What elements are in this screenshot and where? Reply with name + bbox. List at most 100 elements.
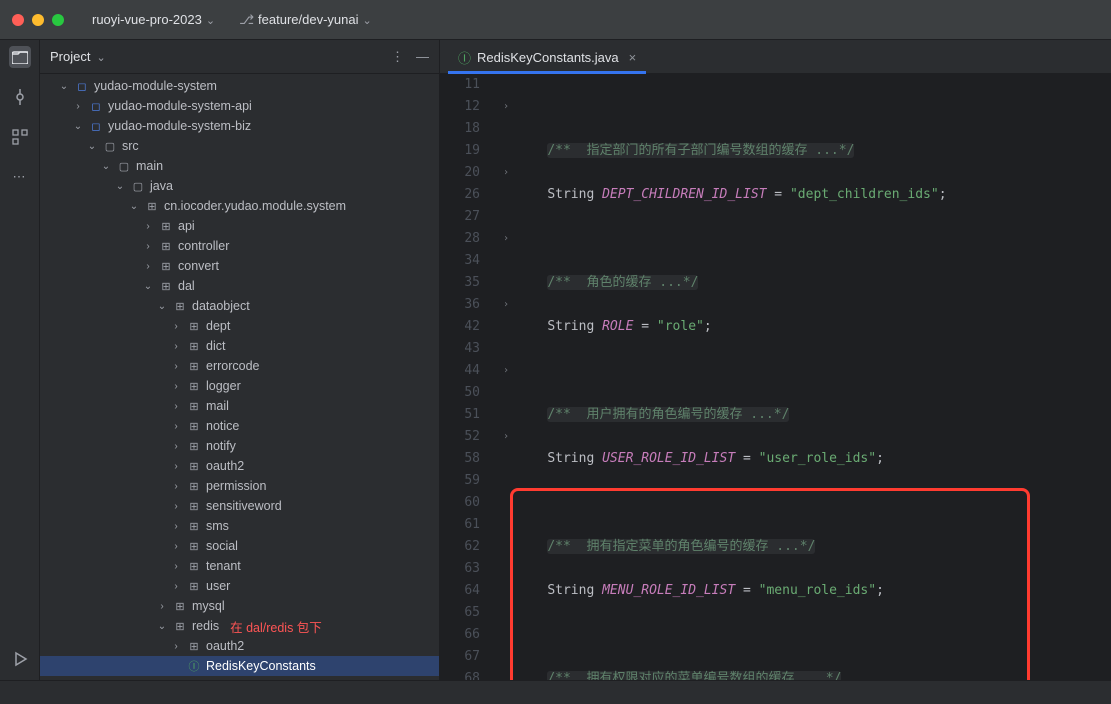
tree-twisty-icon[interactable]: [72, 101, 84, 112]
tree-node[interactable]: ⊞api: [40, 216, 439, 236]
fold-marker[interactable]: ›: [496, 228, 516, 250]
close-tab-icon[interactable]: ×: [629, 50, 637, 65]
fold-marker[interactable]: ›: [496, 426, 516, 448]
fold-marker[interactable]: ›: [496, 360, 516, 382]
annotation-text: 在 dal/redis 包下: [230, 617, 322, 636]
line-number: 35: [440, 272, 480, 294]
tree-node[interactable]: ⊞controller: [40, 236, 439, 256]
tree-node-label: controller: [178, 239, 229, 253]
package-icon: ⊞: [173, 600, 187, 613]
project-tool-icon[interactable]: [9, 46, 31, 68]
tree-node[interactable]: ⊞redis在 dal/redis 包下: [40, 616, 439, 636]
tree-twisty-icon[interactable]: [170, 341, 182, 352]
fold-marker[interactable]: ›: [496, 96, 516, 118]
tree-node[interactable]: ▢src: [40, 136, 439, 156]
minimize-window-icon[interactable]: [32, 14, 44, 26]
tree-node[interactable]: ⊞oauth2: [40, 636, 439, 656]
tree-node[interactable]: ⊞notice: [40, 416, 439, 436]
tree-node[interactable]: ◻yudao-module-system: [40, 76, 439, 96]
tree-twisty-icon[interactable]: [170, 501, 182, 512]
tree-node[interactable]: ⊞social: [40, 536, 439, 556]
tree-twisty-icon[interactable]: [170, 561, 182, 572]
project-panel-title[interactable]: Project: [50, 49, 90, 64]
tree-node[interactable]: ⒾRedisKeyConstants: [40, 656, 439, 676]
code-lines[interactable]: /** 指定部门的所有子部门编号数组的缓存 ...*/ String DEPT_…: [516, 74, 1097, 680]
tree-twisty-icon[interactable]: [114, 181, 126, 192]
tree-twisty-icon[interactable]: [170, 481, 182, 492]
tree-node-label: mail: [206, 399, 229, 413]
tree-node[interactable]: ⊞permission: [40, 476, 439, 496]
hide-panel-icon[interactable]: —: [416, 49, 429, 65]
run-tool-icon[interactable]: [9, 648, 31, 670]
tree-twisty-icon[interactable]: [72, 121, 84, 132]
code-editor[interactable]: 1112181920262728343536424344505152585960…: [440, 74, 1111, 680]
tree-node[interactable]: ⊞user: [40, 576, 439, 596]
tree-twisty-icon[interactable]: [156, 621, 168, 632]
tree-twisty-icon[interactable]: [170, 381, 182, 392]
tree-twisty-icon[interactable]: [156, 601, 168, 612]
tree-twisty-icon[interactable]: [170, 541, 182, 552]
tree-twisty-icon[interactable]: [156, 301, 168, 312]
tree-node[interactable]: ◻yudao-module-system-api: [40, 96, 439, 116]
tree-twisty-icon[interactable]: [170, 401, 182, 412]
project-tree[interactable]: ◻yudao-module-system◻yudao-module-system…: [40, 74, 439, 680]
tree-node[interactable]: ▢main: [40, 156, 439, 176]
tree-twisty-icon[interactable]: [100, 161, 112, 172]
line-number: 66: [440, 624, 480, 646]
tree-node[interactable]: ⊞oauth2: [40, 456, 439, 476]
fold-marker: [496, 602, 516, 624]
tree-node[interactable]: ⊞sensitiveword: [40, 496, 439, 516]
tree-node-label: sensitiveword: [206, 499, 282, 513]
tree-node[interactable]: ⊞errorcode: [40, 356, 439, 376]
tree-twisty-icon[interactable]: [170, 421, 182, 432]
tree-twisty-icon[interactable]: [128, 201, 140, 212]
tree-node-label: errorcode: [206, 359, 260, 373]
tree-twisty-icon[interactable]: [170, 441, 182, 452]
git-branch-selector[interactable]: ⎇ feature/dev-yunai: [231, 8, 380, 32]
tree-node-label: api: [178, 219, 195, 233]
structure-tool-icon[interactable]: [9, 126, 31, 148]
tree-node[interactable]: ⊞tenant: [40, 556, 439, 576]
tree-twisty-icon[interactable]: [170, 461, 182, 472]
tree-twisty-icon[interactable]: [170, 361, 182, 372]
tree-twisty-icon[interactable]: [58, 81, 70, 92]
tree-node[interactable]: ⊞sms: [40, 516, 439, 536]
tree-node[interactable]: ⊞dict: [40, 336, 439, 356]
tree-twisty-icon[interactable]: [170, 521, 182, 532]
fold-marker: [496, 206, 516, 228]
chevron-down-icon[interactable]: [94, 49, 105, 64]
line-number: 63: [440, 558, 480, 580]
tree-twisty-icon[interactable]: [142, 261, 154, 272]
fold-marker[interactable]: ›: [496, 294, 516, 316]
tree-twisty-icon[interactable]: [142, 221, 154, 232]
editor-scrollbar[interactable]: [1097, 74, 1111, 680]
more-tools-icon[interactable]: [9, 166, 31, 188]
tree-node[interactable]: ◻yudao-module-system-biz: [40, 116, 439, 136]
tree-twisty-icon[interactable]: [142, 281, 154, 292]
tree-node[interactable]: ⊞dept: [40, 316, 439, 336]
tab-redis-key-constants[interactable]: Ⓘ RedisKeyConstants.java ×: [448, 42, 646, 73]
tree-node[interactable]: ⊞cn.iocoder.yudao.module.system: [40, 196, 439, 216]
tree-twisty-icon[interactable]: [170, 581, 182, 592]
more-icon[interactable]: ⋮: [391, 49, 404, 65]
project-selector[interactable]: ruoyi-vue-pro-2023: [84, 8, 223, 31]
tree-twisty-icon[interactable]: [170, 321, 182, 332]
fold-marker[interactable]: ›: [496, 162, 516, 184]
maximize-window-icon[interactable]: [52, 14, 64, 26]
tree-twisty-icon[interactable]: [170, 641, 182, 652]
tree-node[interactable]: ⊞dal: [40, 276, 439, 296]
close-window-icon[interactable]: [12, 14, 24, 26]
tree-node[interactable]: ⊞ mysql: [40, 596, 439, 616]
fold-gutter[interactable]: › › › › › ›: [496, 74, 516, 680]
tree-twisty-icon[interactable]: [86, 141, 98, 152]
commit-tool-icon[interactable]: [9, 86, 31, 108]
tree-node[interactable]: ⊞logger: [40, 376, 439, 396]
tree-node[interactable]: ⊞notify: [40, 436, 439, 456]
tree-node[interactable]: ⊞mail: [40, 396, 439, 416]
tree-node[interactable]: ⊞dataobject: [40, 296, 439, 316]
fold-marker: [496, 646, 516, 668]
tree-node[interactable]: ⊞convert: [40, 256, 439, 276]
tree-node-label: mysql: [192, 599, 225, 613]
tree-node[interactable]: ▢java: [40, 176, 439, 196]
tree-twisty-icon[interactable]: [142, 241, 154, 252]
